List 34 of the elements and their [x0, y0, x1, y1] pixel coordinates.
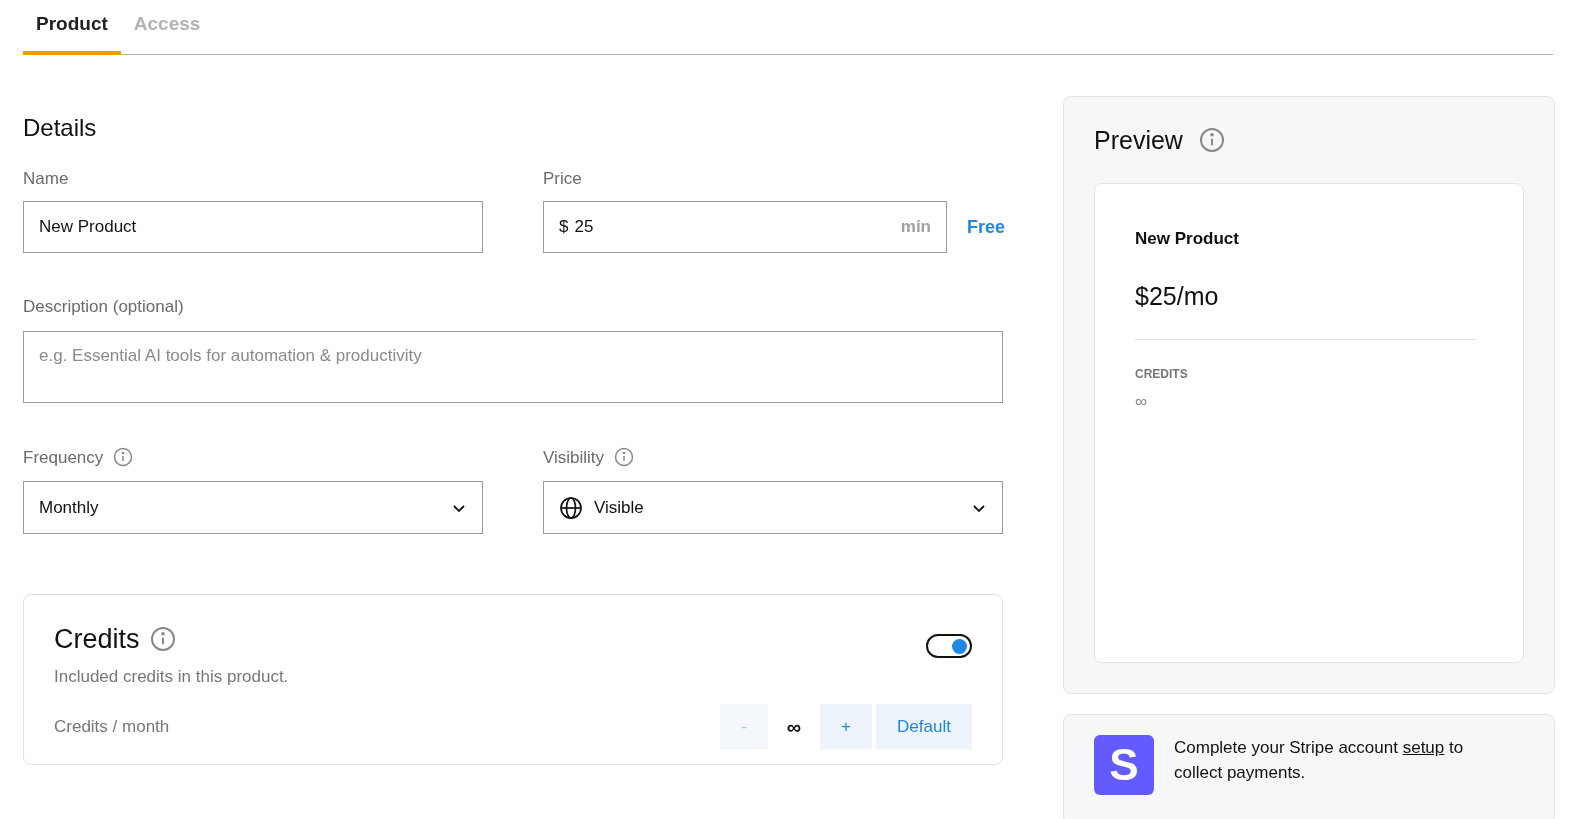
name-input-field[interactable]: New Product [23, 201, 483, 253]
info-icon [149, 626, 176, 653]
row-label: Credits / month [54, 715, 170, 738]
free-link[interactable]: Free [967, 213, 1006, 241]
field-label: Name [23, 167, 70, 190]
price-input-field[interactable]: $ 25 min [543, 201, 947, 253]
credits-value: ∞ [785, 714, 803, 740]
product-name: New Product [1135, 228, 1240, 250]
stripe-message: Complete your Stripe account setup to collect payments. [1174, 737, 1465, 784]
product-price: $25/mo [1135, 277, 1476, 340]
credits-label: CREDITS [1135, 366, 1189, 383]
info-icon [1198, 127, 1225, 154]
currency-symbol: $ [559, 216, 569, 239]
frequency-dropdown[interactable]: Monthly [23, 481, 483, 534]
description-input-field[interactable]: e.g. Essential AI tools for automation & productivity [23, 330, 1003, 403]
stripe-logo: S [1094, 735, 1154, 795]
panel-title: Preview [1094, 124, 1183, 156]
credits-toggle[interactable] [926, 634, 972, 658]
field-label: Price [543, 167, 583, 190]
card-subtitle: Included credits in this product. [54, 665, 289, 688]
section-title: Details [23, 115, 98, 140]
setup-link[interactable]: setup [1402, 738, 1445, 757]
credits-value: ∞ [1135, 391, 1149, 413]
field-label: Visibility [543, 446, 605, 469]
card-title: Credits [54, 623, 140, 656]
visibility-dropdown[interactable]: Visible [543, 481, 1003, 534]
tab[interactable]: Product [23, 0, 121, 55]
price-value: 25 [574, 216, 595, 239]
field-label: Description (optional) [23, 296, 185, 318]
globe-icon [559, 495, 583, 520]
info-icon [113, 447, 134, 468]
info-icon [614, 447, 635, 468]
field-label: Frequency [23, 446, 104, 469]
price-suffix: min [900, 216, 931, 239]
